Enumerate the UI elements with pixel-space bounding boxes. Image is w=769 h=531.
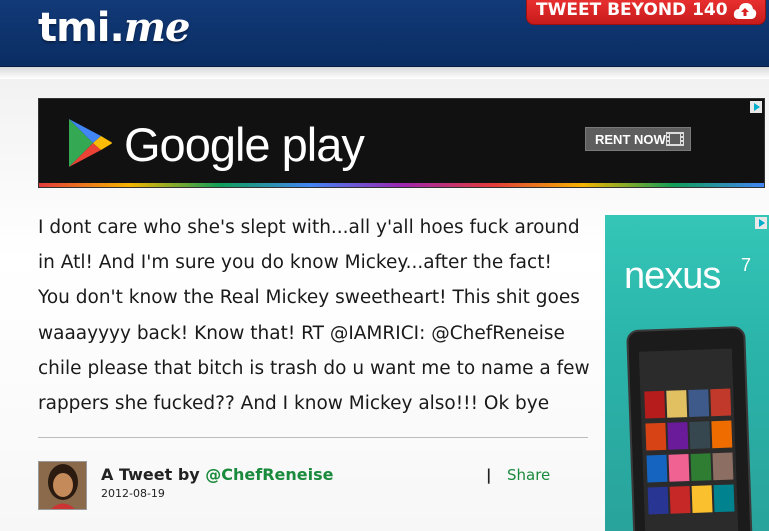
share-link[interactable]: Share — [507, 466, 550, 484]
tweet-date: 2012-08-19 — [101, 487, 165, 500]
header-shadow — [0, 67, 769, 79]
tweet-line: rappers she fucked?? And I know Mickey a… — [38, 393, 550, 415]
cover-tile — [645, 422, 667, 451]
film-strip-icon — [666, 132, 684, 146]
rainbow-stripe — [39, 183, 764, 187]
google-play-ad[interactable]: Google play RENT NOW — [38, 98, 765, 188]
tablet-screen — [638, 348, 739, 531]
tweet-line: waaayyyy back! Know that! RT @IAMRICI: @… — [38, 322, 565, 344]
tweet-beyond-label: TWEET BEYOND 140 — [536, 0, 728, 20]
site-header: tmi.me TWEET BEYOND 140 — [0, 0, 769, 67]
cover-tile — [689, 421, 711, 449]
cover-tile — [644, 390, 666, 419]
tweet-beyond-button[interactable]: TWEET BEYOND 140 — [526, 0, 766, 25]
separator: | — [486, 466, 492, 484]
byline-prefix: A Tweet by — [101, 465, 206, 484]
cover-tile — [711, 420, 733, 449]
cover-tile — [668, 454, 690, 482]
author-handle-link[interactable]: @ChefReneise — [205, 465, 333, 484]
cover-tile — [666, 390, 688, 418]
cover-tile — [646, 454, 668, 483]
author-avatar[interactable] — [38, 461, 87, 510]
google-play-icon — [69, 119, 112, 167]
adchoices-icon[interactable] — [750, 101, 762, 113]
tweet-line: You don't know the Real Mickey sweethear… — [38, 287, 580, 309]
nexus-ad[interactable]: nexus 7 — [605, 215, 769, 531]
avatar-photo — [39, 462, 86, 509]
cloud-upload-icon — [733, 3, 757, 19]
google-play-wordmark: Google play — [124, 118, 365, 171]
cover-tile — [690, 453, 712, 481]
tweet-byline: A Tweet by @ChefReneise — [101, 465, 333, 484]
nexus-wordmark: nexus — [624, 255, 721, 297]
site-logo[interactable]: tmi.me — [38, 4, 190, 51]
tweet-line: I dont care who she's slept with...all y… — [38, 217, 580, 238]
cover-tile — [667, 422, 689, 450]
rent-now-label: RENT NOW — [595, 131, 666, 147]
tweet-body: I dont care who she's slept with...all y… — [38, 210, 598, 421]
adchoices-icon[interactable] — [755, 217, 767, 229]
cover-tile — [712, 452, 734, 481]
cover-tile — [647, 486, 669, 515]
cover-tile — [669, 486, 691, 514]
tweet-line: in Atl! And I'm sure you do know Mickey.… — [38, 252, 552, 274]
cover-tile — [713, 484, 735, 513]
nexus-model-number: 7 — [741, 255, 752, 275]
tablet-image — [626, 325, 753, 531]
cover-tile — [688, 389, 710, 417]
cover-tile — [691, 485, 713, 513]
rent-now-button[interactable]: RENT NOW — [585, 127, 691, 151]
divider — [38, 437, 588, 438]
tweet-line: chile please that bitch is trash do u wa… — [38, 357, 590, 379]
cover-tile — [710, 388, 732, 417]
